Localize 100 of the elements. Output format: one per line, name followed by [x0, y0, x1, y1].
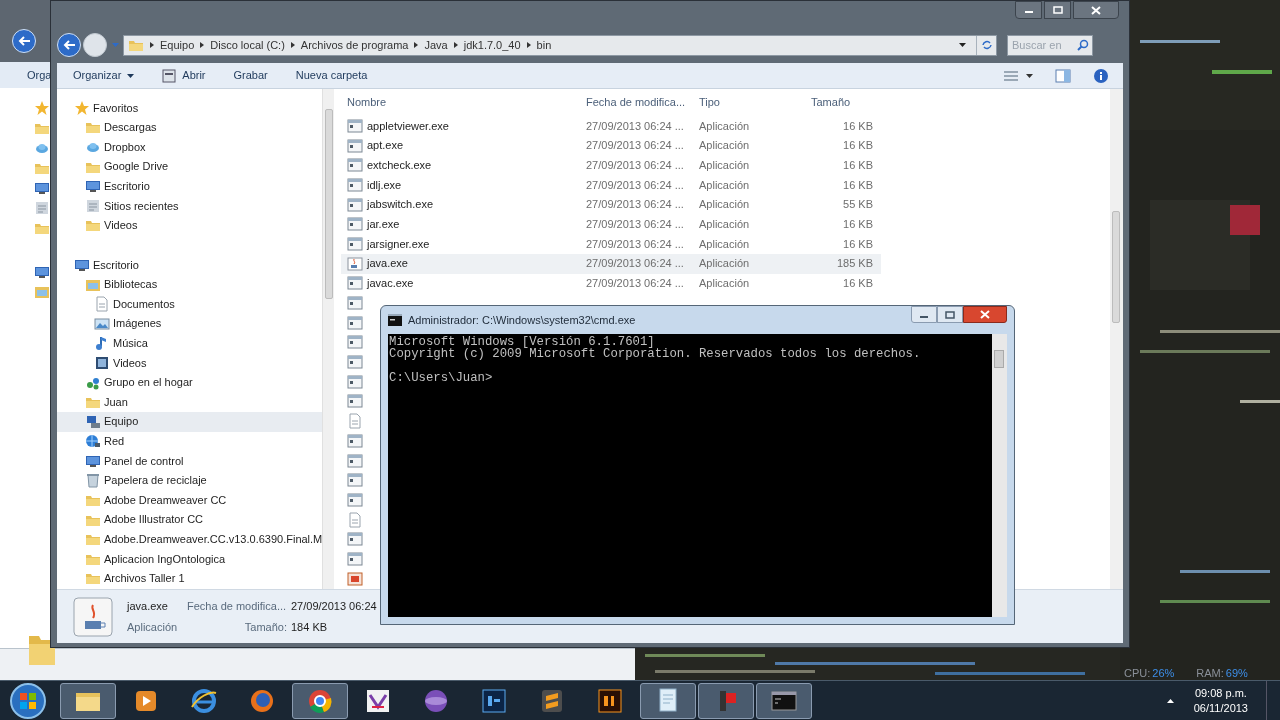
nav-item[interactable]: Escritorio [74, 176, 323, 196]
console-line: Microsoft Windows [Versión 6.1.7601] [389, 336, 655, 348]
nav-item[interactable]: Favoritos [74, 98, 323, 118]
taskbar-button[interactable] [292, 682, 348, 719]
taskbar-button[interactable] [60, 682, 116, 719]
scrollbar[interactable] [1110, 89, 1123, 589]
file-row[interactable]: jabswitch.exe 27/09/2013 06:24 ... Aplicación 55 KB [341, 194, 881, 215]
chevron-icon [200, 42, 205, 48]
console-line: Copyright (c) 2009 Microsoft Corporation. Reservados todos los derechos. [389, 348, 922, 360]
breadcrumb-item[interactable]: Java [424, 36, 448, 54]
nav-item[interactable]: Descargas [74, 117, 323, 138]
start-button[interactable] [10, 682, 46, 719]
nav-item[interactable]: Videos [74, 353, 323, 373]
taskbar-button[interactable] [640, 682, 696, 719]
scrollbar[interactable] [992, 334, 1007, 617]
taskbar-button[interactable] [756, 682, 812, 719]
breadcrumb-item[interactable]: Archivos de programa [300, 36, 409, 54]
document-icon [347, 511, 363, 528]
nav-item[interactable]: Documentos [74, 294, 323, 314]
nav-item[interactable]: Equipo [57, 411, 323, 432]
maximize-button[interactable] [937, 306, 963, 323]
details-label: Fecha de modifica... [187, 599, 288, 614]
toolbar-button[interactable]: Organizar [73, 67, 135, 84]
nav-item[interactable]: Adobe Illustrator CC [74, 509, 323, 530]
breadcrumb-item[interactable]: jdk1.7.0_40 [463, 36, 521, 54]
nav-item[interactable]: Imágenes [74, 313, 323, 334]
maximize-icon [1052, 6, 1063, 14]
scroll-thumb[interactable] [325, 109, 334, 299]
address-bar[interactable]: Equipo Disco local (C:) Archivos de programa Java jdk1.7.0_40 bin [123, 34, 997, 56]
nav-item[interactable]: Google Drive [74, 156, 323, 177]
clock[interactable]: 09:08 p.m. 06/11/2013 [1193, 685, 1248, 716]
nav-item[interactable]: Adobe.Dreamweaver.CC.v13.0.6390.Final.M [74, 529, 323, 550]
scroll-thumb[interactable] [1112, 211, 1120, 323]
breadcrumb-item[interactable]: Disco local (C:) [210, 36, 285, 54]
nav-item[interactable]: Escritorio [74, 255, 323, 275]
nav-item[interactable]: Adobe Dreamweaver CC [74, 490, 323, 510]
column-header[interactable]: Fecha de modifica... [586, 96, 686, 109]
nav-item[interactable]: Videos [74, 215, 323, 236]
back-button[interactable] [12, 29, 36, 53]
date-cell: 27/09/2013 06:24 ... [586, 277, 684, 290]
window-icon [162, 68, 177, 83]
type-cell: Aplicación [699, 218, 750, 231]
nav-item[interactable]: Música [74, 333, 323, 354]
breadcrumb-item[interactable]: Equipo [160, 36, 195, 54]
column-header[interactable]: Tipo [699, 96, 720, 109]
file-name: jar.exe [367, 217, 400, 233]
star-icon [74, 99, 90, 116]
application-icon [347, 531, 363, 548]
maximize-button[interactable] [1044, 1, 1071, 19]
help-button[interactable] [1093, 67, 1109, 84]
type-cell: Aplicación [699, 198, 750, 211]
nav-item[interactable]: Aplicacion IngOntologica [74, 549, 323, 569]
breadcrumb-item[interactable]: bin [536, 36, 552, 54]
file-row[interactable]: jar.exe 27/09/2013 06:24 ... Aplicación 16 KB [341, 214, 881, 235]
nav-item[interactable]: Dropbox [74, 137, 323, 157]
nav-item[interactable]: Panel de control [74, 451, 323, 471]
forward-button[interactable] [83, 33, 107, 57]
search-field[interactable]: Buscar en [1007, 34, 1093, 56]
nav-item[interactable]: Grupo en el hogar [74, 372, 323, 393]
file-row[interactable]: apt.exe 27/09/2013 06:24 ... Aplicación 16 KB [341, 135, 881, 156]
scroll-thumb[interactable] [994, 350, 1004, 368]
file-name: java.exe [367, 256, 408, 272]
console-icon [388, 314, 402, 326]
toolbar-button[interactable]: Nueva carpeta [295, 67, 368, 84]
column-header[interactable]: Nombre [341, 96, 387, 109]
date-cell: 27/09/2013 06:24 ... [586, 139, 684, 152]
close-button[interactable] [963, 306, 1007, 323]
nav-item[interactable]: Red [74, 431, 323, 452]
computer-icon [85, 413, 101, 430]
minimize-button[interactable] [911, 306, 937, 323]
nav-item[interactable]: Juan [74, 392, 323, 412]
close-button[interactable] [1073, 1, 1119, 19]
nav-item[interactable]: Bibliotecas [74, 274, 323, 295]
recycle-bin-icon [85, 472, 101, 489]
toolbar-button[interactable]: Abrir [162, 67, 206, 84]
column-header[interactable]: Tamaño [811, 96, 851, 109]
minimize-button[interactable] [1015, 1, 1042, 19]
file-row[interactable]: jarsigner.exe 27/09/2013 06:24 ... Aplicación 16 KB [341, 234, 881, 254]
type-cell: Aplicación [699, 277, 750, 290]
application-icon [347, 570, 363, 587]
tray-expand-button[interactable] [1166, 698, 1174, 703]
file-row[interactable]: java.exe 27/09/2013 06:24 ... Aplicación 185 KB [341, 253, 881, 274]
java-cup-icon [347, 255, 363, 272]
nav-item[interactable]: Sitios recientes [74, 195, 323, 216]
application-icon [347, 295, 363, 312]
nav-item[interactable]: Papelera de reciclaje [74, 470, 323, 491]
file-row[interactable]: idlj.exe 27/09/2013 06:24 ... Aplicación 16 KB [341, 175, 881, 195]
scrollbar[interactable] [322, 89, 334, 589]
nav-item[interactable]: Archivos Taller 1 [74, 568, 323, 589]
file-row[interactable]: extcheck.exe 27/09/2013 06:24 ... Aplicación 16 KB [341, 155, 881, 176]
file-row[interactable]: appletviewer.exe 27/09/2013 06:24 ... Aplicación 16 KB [341, 116, 881, 136]
size-cell: 16 KB [843, 119, 873, 132]
application-icon [347, 550, 363, 567]
back-button[interactable] [57, 33, 81, 57]
size-cell: 16 KB [843, 178, 873, 191]
toolbar-button[interactable]: Grabar [233, 67, 268, 84]
file-row[interactable]: javac.exe 27/09/2013 06:24 ... Aplicación 16 KB [341, 273, 881, 294]
star-icon [34, 100, 50, 116]
view-button[interactable] [1004, 69, 1033, 82]
application-icon [347, 176, 363, 193]
